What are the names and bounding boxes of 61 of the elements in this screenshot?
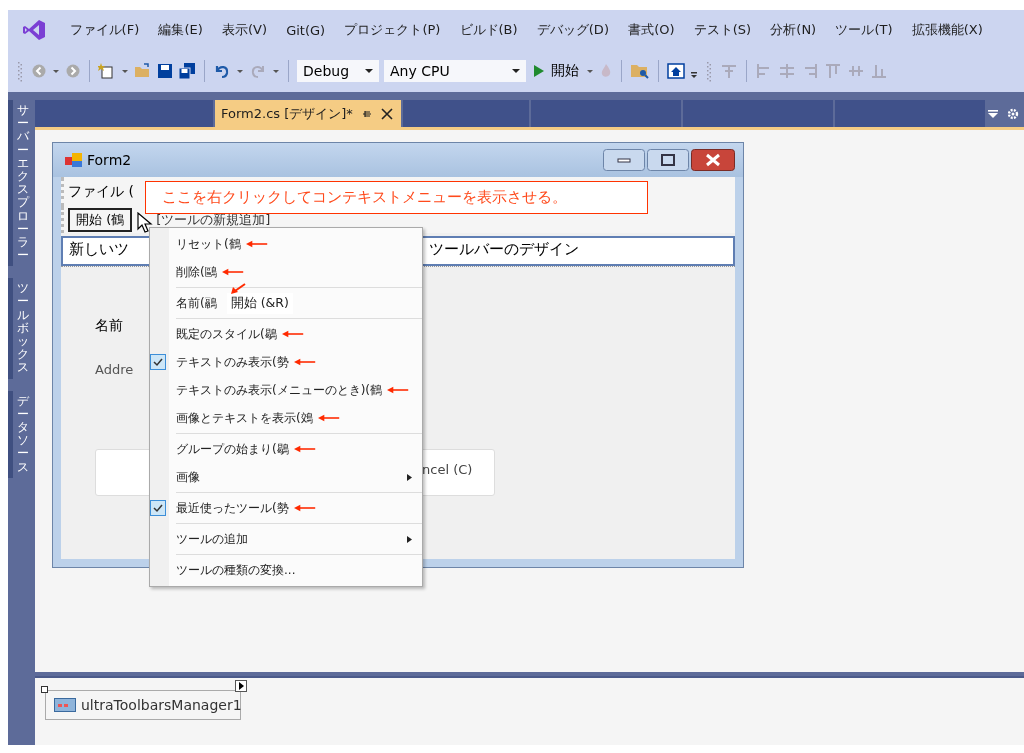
menu-item[interactable]: ビルド(B) xyxy=(449,21,528,39)
play-icon xyxy=(533,64,545,78)
menu-item[interactable]: 編集(E) xyxy=(148,21,213,39)
logo-icon xyxy=(22,18,46,42)
field-label: Addre xyxy=(95,362,134,377)
save-icon[interactable] xyxy=(157,63,173,79)
save-all-icon[interactable] xyxy=(178,62,196,80)
home-window-icon[interactable] xyxy=(667,62,685,80)
dropdown[interactable]: Any CPU xyxy=(384,60,526,82)
start-button[interactable]: 開始 xyxy=(531,62,581,80)
menu-item[interactable]: Git(G) xyxy=(276,22,335,38)
menu-item[interactable]: テキストのみ表示(勢 xyxy=(150,348,422,376)
menu-item[interactable]: テキストのみ表示(メニューのとき)(鶴 xyxy=(150,376,422,404)
form-menu-item[interactable]: ファイル ( xyxy=(68,183,134,201)
menu-item[interactable]: 分析(N) xyxy=(760,21,826,39)
menu-item[interactable]: デバッグ(D) xyxy=(527,21,619,39)
menu-item[interactable]: 拡張機能(X) xyxy=(902,21,993,39)
menu-item[interactable]: テスト(S) xyxy=(684,21,761,39)
menu-item[interactable]: グループの始まり(鶡 xyxy=(150,435,422,463)
menu-item[interactable]: 削除(鷗 xyxy=(150,258,422,286)
menu-item[interactable]: ツールの種類の変換... xyxy=(150,556,422,584)
dropdown[interactable]: Debug xyxy=(297,60,379,82)
component-item[interactable]: ultraToolbarsManager1 xyxy=(45,690,241,720)
menu-item[interactable]: 表示(V) xyxy=(212,21,277,39)
menu-item[interactable]: 画像とテキストを表示(鵁 xyxy=(150,404,422,432)
close-button[interactable] xyxy=(691,149,735,171)
menu-item[interactable]: 最近使ったツール(勢 xyxy=(150,494,422,522)
new-item-icon[interactable] xyxy=(98,62,116,80)
menu-item[interactable]: 画像 xyxy=(150,463,422,491)
toolbar-grip xyxy=(18,60,22,82)
toolbar-grip xyxy=(707,60,711,82)
maximize-button[interactable] xyxy=(647,149,689,171)
name-field[interactable]: 開始 (&R) xyxy=(226,292,293,314)
menu-item[interactable]: ツールの追加 xyxy=(150,525,422,553)
new-toolbar-button[interactable]: 新しいツ xyxy=(63,238,135,264)
menu-item[interactable]: リセット(鶴 xyxy=(150,230,422,258)
caret-icon xyxy=(512,67,520,75)
toolbar-component-icon xyxy=(54,698,76,712)
annotation-callout: ここを右クリックしてコンテキストメニューを表示させる。 xyxy=(145,181,648,214)
settings-icon[interactable] xyxy=(1006,107,1019,120)
field-label: 名前 xyxy=(95,317,123,335)
toolbar-design-button[interactable]: ツールバーのデザイン xyxy=(425,238,583,264)
menu-item[interactable]: プロジェクト(P) xyxy=(334,21,450,39)
menu-item[interactable]: ファイル(F) xyxy=(60,21,149,39)
folder-search-icon[interactable] xyxy=(630,62,650,80)
menu-item[interactable]: 書式(O) xyxy=(618,21,685,39)
caret-icon xyxy=(365,67,373,75)
smart-tag-icon xyxy=(235,680,247,692)
dropdown-icon[interactable] xyxy=(986,107,999,120)
add-tool-link[interactable]: [ツールの新規追加] xyxy=(156,211,271,229)
menu-label: 名前(鷊 xyxy=(176,294,217,312)
document-tab[interactable]: Form2.cs [デザイン]* xyxy=(215,100,401,127)
menu-item[interactable]: ツール(T) xyxy=(825,21,903,39)
close-icon[interactable] xyxy=(380,107,393,120)
menu-item[interactable]: 既定のスタイル(鶡 xyxy=(150,320,422,348)
cancel-button[interactable]: ncel (C) xyxy=(422,462,473,477)
selection-handle xyxy=(41,686,48,693)
form-title: Form2 xyxy=(87,152,132,168)
toolbar-tool[interactable]: 開始 (鶴 xyxy=(68,208,133,232)
form-icon xyxy=(65,152,83,168)
open-folder-icon[interactable] xyxy=(134,62,152,80)
